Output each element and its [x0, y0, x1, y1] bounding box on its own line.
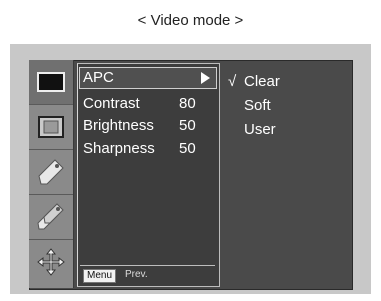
menu-item-value: 80	[179, 95, 196, 112]
icon-sidebar	[29, 60, 74, 288]
check-icon: √	[228, 73, 237, 90]
menu-item-contrast[interactable]: Contrast 80	[83, 94, 213, 114]
menu-item-label: Contrast	[83, 95, 140, 112]
screen-icon[interactable]	[29, 105, 73, 150]
menu-button[interactable]: Menu	[83, 269, 117, 283]
menu-item-label: APC	[83, 69, 114, 86]
menu-item-label: Brightness	[83, 117, 154, 134]
menu-item-sharpness[interactable]: Sharpness 50	[83, 139, 213, 159]
picture-icon[interactable]	[29, 60, 73, 105]
move-arrows-icon[interactable]	[29, 240, 73, 284]
submenu-option-user[interactable]: User	[224, 118, 344, 142]
video-menu-panel: APC Contrast 80 Brightness 50 Sharpness …	[77, 63, 220, 287]
dual-tag-icon[interactable]	[29, 195, 73, 240]
page-title: < Video mode >	[137, 12, 244, 29]
menu-footer: Menu Prev.	[80, 265, 215, 284]
submenu-option-label: User	[244, 121, 276, 138]
menu-item-value: 50	[179, 117, 196, 134]
menu-item-brightness[interactable]: Brightness 50	[83, 116, 213, 136]
menu-item-value: 50	[179, 140, 196, 157]
submenu-option-clear[interactable]: √ Clear	[224, 70, 344, 94]
submenu-option-label: Clear	[244, 73, 280, 90]
prev-label: Prev.	[125, 269, 148, 280]
submenu-option-soft[interactable]: Soft	[224, 94, 344, 118]
menu-item-apc[interactable]: APC	[79, 67, 217, 89]
arrow-right-icon	[201, 72, 210, 84]
tag-icon[interactable]	[29, 150, 73, 195]
submenu-option-label: Soft	[244, 97, 271, 114]
apc-submenu: √ Clear Soft User	[224, 70, 344, 142]
menu-item-label: Sharpness	[83, 140, 155, 157]
